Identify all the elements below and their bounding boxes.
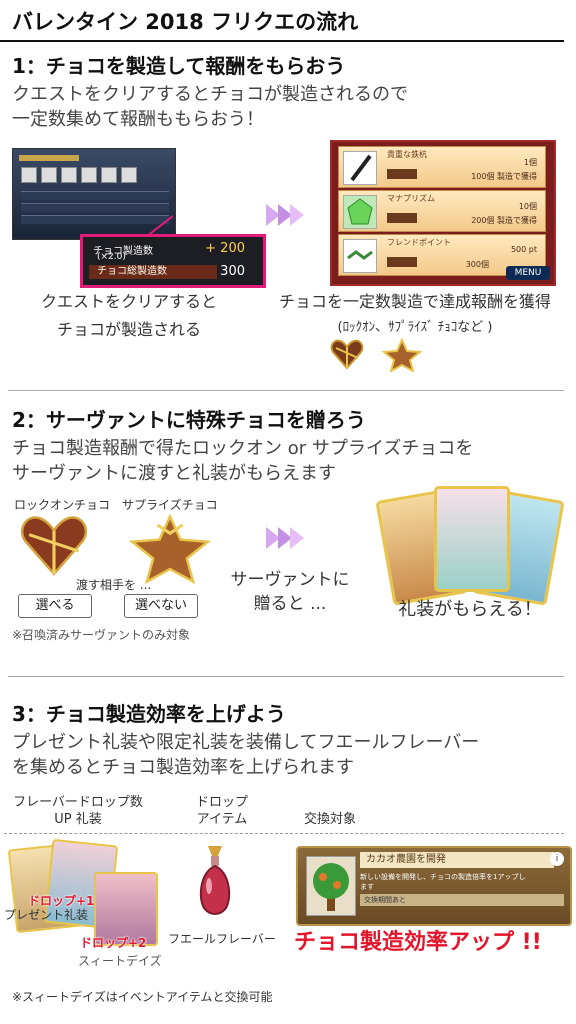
caption-line: (ﾛｯｸｵﾝ、ｻﾌﾟﾗｲｽﾞ ﾁｮｺなど ) — [337, 320, 493, 335]
menu-button[interactable]: MENU — [506, 266, 550, 280]
production-count-value: + 200 — [205, 241, 245, 256]
caption-line: クエストをクリアすると — [40, 292, 217, 311]
column-header: フレーバードロップ数 — [13, 795, 143, 810]
column-header: ドロップ — [195, 795, 248, 810]
exchange-desc-line: 新しい設備を開発し、チョコの製造倍率を1アップし — [360, 873, 526, 881]
result-caption: 礼装がもらえる！ — [398, 599, 542, 620]
stake-icon — [343, 151, 377, 185]
cannot-choose-button[interactable]: 選べない — [124, 594, 198, 618]
sweet-days-label: スィートデイズ — [78, 954, 162, 968]
reward-item: 貴重な鉄杭 1個 100個 製造で獲得 — [338, 146, 546, 188]
mana-prism-icon — [343, 195, 377, 229]
section1-desc-2: 一定数集めて報酬ももらおう！ — [12, 109, 264, 130]
caption-reward: チョコを一定数製造で達成報酬を獲得 (ﾛｯｸｵﾝ、ｻﾌﾟﾗｲｽﾞ ﾁｮｺなど ) — [254, 290, 576, 340]
surprise-choco-label: サプライズチョコ — [122, 498, 218, 512]
section-divider — [8, 390, 564, 391]
exchange-period-strip: 交換期間あと — [360, 894, 564, 906]
tree-icon — [306, 856, 356, 916]
col-drop-up-essence: フレーバードロップ数 UP 礼装 — [0, 794, 156, 828]
heart-chocolate-icon — [330, 339, 364, 370]
caption-line: サーヴァントに — [230, 570, 350, 590]
column-header: UP 礼装 — [54, 812, 102, 827]
reward-list-screenshot: 貴重な鉄杭 1個 100個 製造で獲得 マナプリズム 10個 200個 製造で獲… — [330, 140, 556, 286]
caption-line: チョコが製造される — [56, 320, 201, 339]
col-drop-item: ドロップ アイテム — [180, 794, 264, 828]
lockon-choco-icon — [20, 516, 88, 576]
caption-line: 贈ると ... — [253, 594, 327, 614]
section3-desc-1: プレゼント礼装や限定礼装を装備してフエールフレーバー — [12, 732, 480, 753]
section2-desc-2: サーヴァントに渡すと礼装がもらえます — [12, 463, 336, 484]
dashed-divider — [4, 833, 564, 834]
reward-item: マナプリズム 10個 200個 製造で獲得 — [338, 190, 546, 232]
section3-heading: 3：チョコ製造効率を上げよう — [12, 702, 286, 726]
essence-card — [434, 486, 510, 592]
lockon-choco-label: ロックオンチョコ — [14, 498, 111, 512]
exchange-desc: 新しい設備を開発し、チョコの製造倍率を1アップし ます — [360, 872, 560, 892]
exchange-title: カカオ農園を開発 — [360, 852, 554, 868]
can-choose-button[interactable]: 選べる — [18, 594, 92, 618]
drop-plus2-label: ドロップ+2 — [80, 936, 147, 950]
craft-essence-cards — [375, 486, 565, 606]
summon-note: ※召喚済みサーヴァントのみ対象 — [12, 628, 191, 642]
surprise-choco-icon — [128, 513, 212, 584]
column-header: アイテム — [196, 812, 248, 827]
section2-heading: 2：サーヴァントに特殊チョコを贈ろう — [12, 408, 366, 432]
arrow-icon — [266, 527, 304, 549]
col-exchange: 交換対象 — [303, 812, 356, 827]
perfume-bottle-icon — [199, 846, 231, 915]
section3-desc-2: を集めるとチョコ製造効率を上げられます — [12, 757, 354, 778]
quest-clear-screenshot — [12, 148, 176, 240]
caption-line: チョコを一定数製造で達成報酬を獲得 — [278, 292, 551, 311]
production-multiplier: (×2.0) — [97, 252, 126, 262]
section-divider — [8, 676, 564, 677]
exchange-desc-line: ます — [360, 883, 374, 891]
arrow-icon — [266, 204, 304, 226]
handshake-icon — [343, 239, 377, 273]
exchange-item-panel: カカオ農園を開発 i 新しい設備を開発し、チョコの製造倍率を1アップし ます 交… — [296, 846, 572, 926]
section1-desc-1: クエストをクリアするとチョコが製造されるので — [12, 84, 408, 105]
section2-desc-1: チョコ製造報酬で得たロックオン or サプライズチョコを — [12, 438, 474, 459]
present-essence-label: プレゼント礼装 — [4, 908, 89, 922]
page-title: バレンタイン 2018 フリクエの流れ — [12, 10, 359, 34]
pass-to-label: 渡す相手を ... — [76, 578, 152, 592]
item-name-label: フエールフレーバー — [168, 932, 276, 946]
footnote: ※スィートデイズはイベントアイテムと交換可能 — [12, 990, 273, 1004]
total-production-label: チョコ総製造数 — [89, 265, 217, 279]
section1-heading: 1：チョコを製造して報酬をもらおう — [12, 54, 346, 78]
give-caption: サーヴァントに 贈ると ... — [216, 568, 364, 616]
star-chocolate-icon — [382, 338, 422, 372]
total-production-value: 300 — [220, 264, 245, 279]
caption-quest-clear: クエストをクリアすると チョコが製造される — [14, 290, 244, 342]
info-icon[interactable]: i — [550, 852, 564, 866]
title-divider — [0, 40, 564, 42]
choco-production-panel: チョコ製造数 (×2.0) + 200 チョコ総製造数 300 — [80, 234, 266, 288]
efficiency-up-text: チョコ製造効率アップ !! — [294, 930, 542, 955]
